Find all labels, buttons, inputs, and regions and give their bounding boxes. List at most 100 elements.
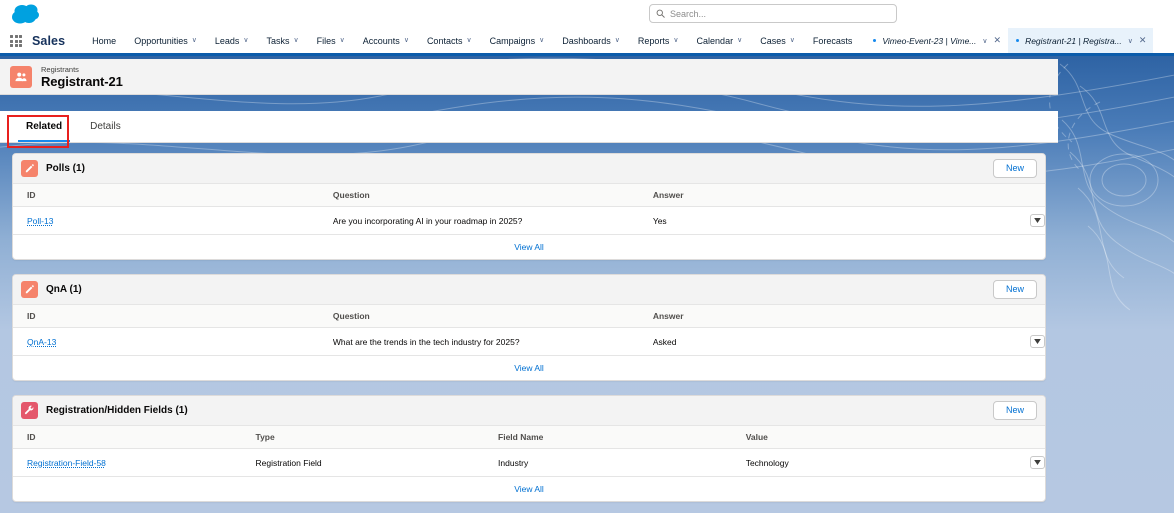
tab-related[interactable]: Related — [12, 111, 76, 142]
nav-item-cases[interactable]: Cases ∨ — [751, 28, 804, 53]
tab-details[interactable]: Details — [76, 111, 135, 142]
table-row: QnA-13 What are the trends in the tech in… — [13, 327, 1045, 356]
nav-item-opportunities[interactable]: Opportunities ∨ — [125, 28, 206, 53]
chevron-down-icon[interactable]: ∨ — [737, 37, 742, 44]
column-header-actions — [983, 426, 1045, 449]
record-tab-strip: Related Details — [0, 111, 1058, 143]
related-list-title: Registration/Hidden Fields (1) — [46, 405, 188, 416]
table-row: Registration-Field-58 Registration Field I… — [13, 448, 1045, 477]
chevron-down-icon[interactable]: ∨ — [243, 37, 248, 44]
record-tab-label: Vimeo-Event-23 | Vime... — [882, 35, 977, 46]
nav-item-label: Reports — [637, 35, 670, 46]
tab-label: Related — [26, 121, 63, 132]
chevron-down-icon[interactable]: ∨ — [539, 37, 544, 44]
nav-item-campaigns[interactable]: Campaigns ∨ — [481, 28, 554, 53]
table-header-row: ID Question Answer — [13, 184, 1045, 207]
new-button[interactable]: New — [992, 280, 1037, 299]
column-header[interactable]: Field Name — [498, 426, 746, 449]
view-all-wrap: View All — [13, 242, 1045, 252]
table-header-row: ID Question Answer — [13, 305, 1045, 328]
view-all-link[interactable]: View All — [514, 363, 544, 373]
table-cell: Are you incorporating AI in your roadmap… — [332, 206, 653, 235]
global-search-box[interactable] — [649, 4, 897, 23]
record-tab-1[interactable]: Registrant-21 | Registra... ∨ ✕ — [1008, 28, 1154, 53]
record-link[interactable]: Poll-13 — [27, 216, 53, 226]
nav-item-label: Tasks — [266, 35, 290, 46]
app-name[interactable]: Sales — [32, 34, 65, 48]
chevron-down-icon[interactable]: ∨ — [466, 37, 471, 44]
app-navigation-bar: Sales Home Opportunities ∨ Leads ∨ Tasks ∨ File… — [0, 28, 1174, 56]
nav-item-accounts[interactable]: Accounts ∨ — [354, 28, 418, 53]
column-header[interactable]: ID — [13, 305, 333, 328]
column-header[interactable]: Type — [255, 426, 499, 449]
close-icon[interactable]: ✕ — [1139, 36, 1147, 45]
row-actions-chevron-down-icon[interactable] — [1030, 214, 1045, 227]
record-id-cell: Poll-13 — [13, 206, 333, 235]
chevron-down-icon[interactable]: ∨ — [615, 37, 620, 44]
nav-item-dashboards[interactable]: Dashboards ∨ — [553, 28, 629, 53]
chevron-down-icon[interactable]: ∨ — [673, 37, 678, 44]
related-list-card: QnA (1) New ID Question Answer QnA-13 What are… — [12, 274, 1046, 381]
view-all-wrap: View All — [13, 363, 1045, 373]
new-button[interactable]: New — [992, 401, 1037, 420]
nav-item-reports[interactable]: Reports ∨ — [629, 28, 688, 53]
close-icon[interactable]: ✕ — [994, 36, 1002, 45]
nav-item-contacts[interactable]: Contacts ∨ — [418, 28, 481, 53]
record-tab-0[interactable]: Vimeo-Event-23 | Vime... ∨ ✕ — [865, 28, 1008, 53]
related-list-card: Polls (1) New ID Question Answer Poll-13 Are y… — [12, 153, 1046, 260]
record-link[interactable]: QnA-13 — [27, 337, 56, 347]
column-header[interactable]: Question — [332, 184, 653, 207]
chevron-down-icon[interactable]: ∨ — [340, 37, 345, 44]
chevron-down-icon[interactable]: ∨ — [790, 37, 795, 44]
related-list-title: Polls (1) — [46, 163, 85, 174]
table-cell: Asked — [652, 327, 984, 356]
nav-item-leads[interactable]: Leads ∨ — [206, 28, 258, 53]
search-icon — [656, 9, 665, 18]
nav-item-label: Campaigns — [489, 35, 536, 46]
new-button[interactable]: New — [992, 159, 1037, 178]
table-cell: What are the trends in the tech industry… — [332, 327, 653, 356]
page-title: Registrant-21 — [41, 74, 123, 89]
unsaved-indicator-icon — [873, 39, 877, 42]
app-launcher-grid-icon[interactable] — [10, 35, 24, 48]
record-tab-label: Registrant-21 | Registra... — [1025, 35, 1122, 46]
related-list-header: Registration/Hidden Fields (1) New — [13, 396, 1045, 426]
chevron-down-icon[interactable]: ∨ — [294, 37, 299, 44]
registration-field-wrench-icon — [21, 402, 38, 419]
chevron-down-icon[interactable]: ∨ — [982, 37, 987, 45]
nav-item-tasks[interactable]: Tasks ∨ — [258, 28, 308, 53]
column-header[interactable]: ID — [13, 184, 333, 207]
nav-item-label: Contacts — [426, 35, 463, 46]
related-list-title: QnA (1) — [46, 284, 82, 295]
table-row: Poll-13 Are you incorporating AI in your … — [13, 206, 1045, 235]
nav-item-files[interactable]: Files ∨ — [308, 28, 354, 53]
nav-item-calendar[interactable]: Calendar ∨ — [688, 28, 752, 53]
nav-item-label: Cases — [760, 35, 786, 46]
nav-item-forecasts[interactable]: Forecasts — [804, 28, 862, 53]
row-actions-chevron-down-icon[interactable] — [1030, 335, 1045, 348]
related-lists-container: Polls (1) New ID Question Answer Poll-13 Are y… — [0, 143, 1058, 516]
column-header[interactable]: Question — [332, 305, 653, 328]
table-header-row: ID Type Field Name Value — [13, 426, 1045, 449]
column-header[interactable]: Value — [745, 426, 984, 449]
column-header[interactable]: Answer — [652, 305, 984, 328]
poll-edit-icon — [21, 160, 38, 177]
table-cell: Industry — [498, 448, 746, 477]
related-list-header: Polls (1) New — [13, 154, 1045, 184]
column-header-actions — [983, 184, 1045, 207]
record-header-text: Registrants Registrant-21 — [41, 64, 123, 89]
column-header-actions — [983, 305, 1045, 328]
row-actions-chevron-down-icon[interactable] — [1030, 456, 1045, 469]
column-header[interactable]: Answer — [652, 184, 984, 207]
view-all-link[interactable]: View All — [514, 484, 544, 494]
column-header[interactable]: ID — [13, 426, 256, 449]
record-link[interactable]: Registration-Field-58 — [27, 458, 106, 468]
chevron-down-icon[interactable]: ∨ — [192, 37, 197, 44]
chevron-down-icon[interactable]: ∨ — [1128, 37, 1133, 45]
nav-item-home[interactable]: Home — [83, 28, 125, 53]
nav-item-label: Leads — [214, 35, 240, 46]
chevron-down-icon[interactable]: ∨ — [404, 37, 409, 44]
search-input[interactable] — [670, 8, 890, 19]
view-all-link[interactable]: View All — [514, 242, 544, 252]
view-all-wrap: View All — [13, 484, 1045, 494]
